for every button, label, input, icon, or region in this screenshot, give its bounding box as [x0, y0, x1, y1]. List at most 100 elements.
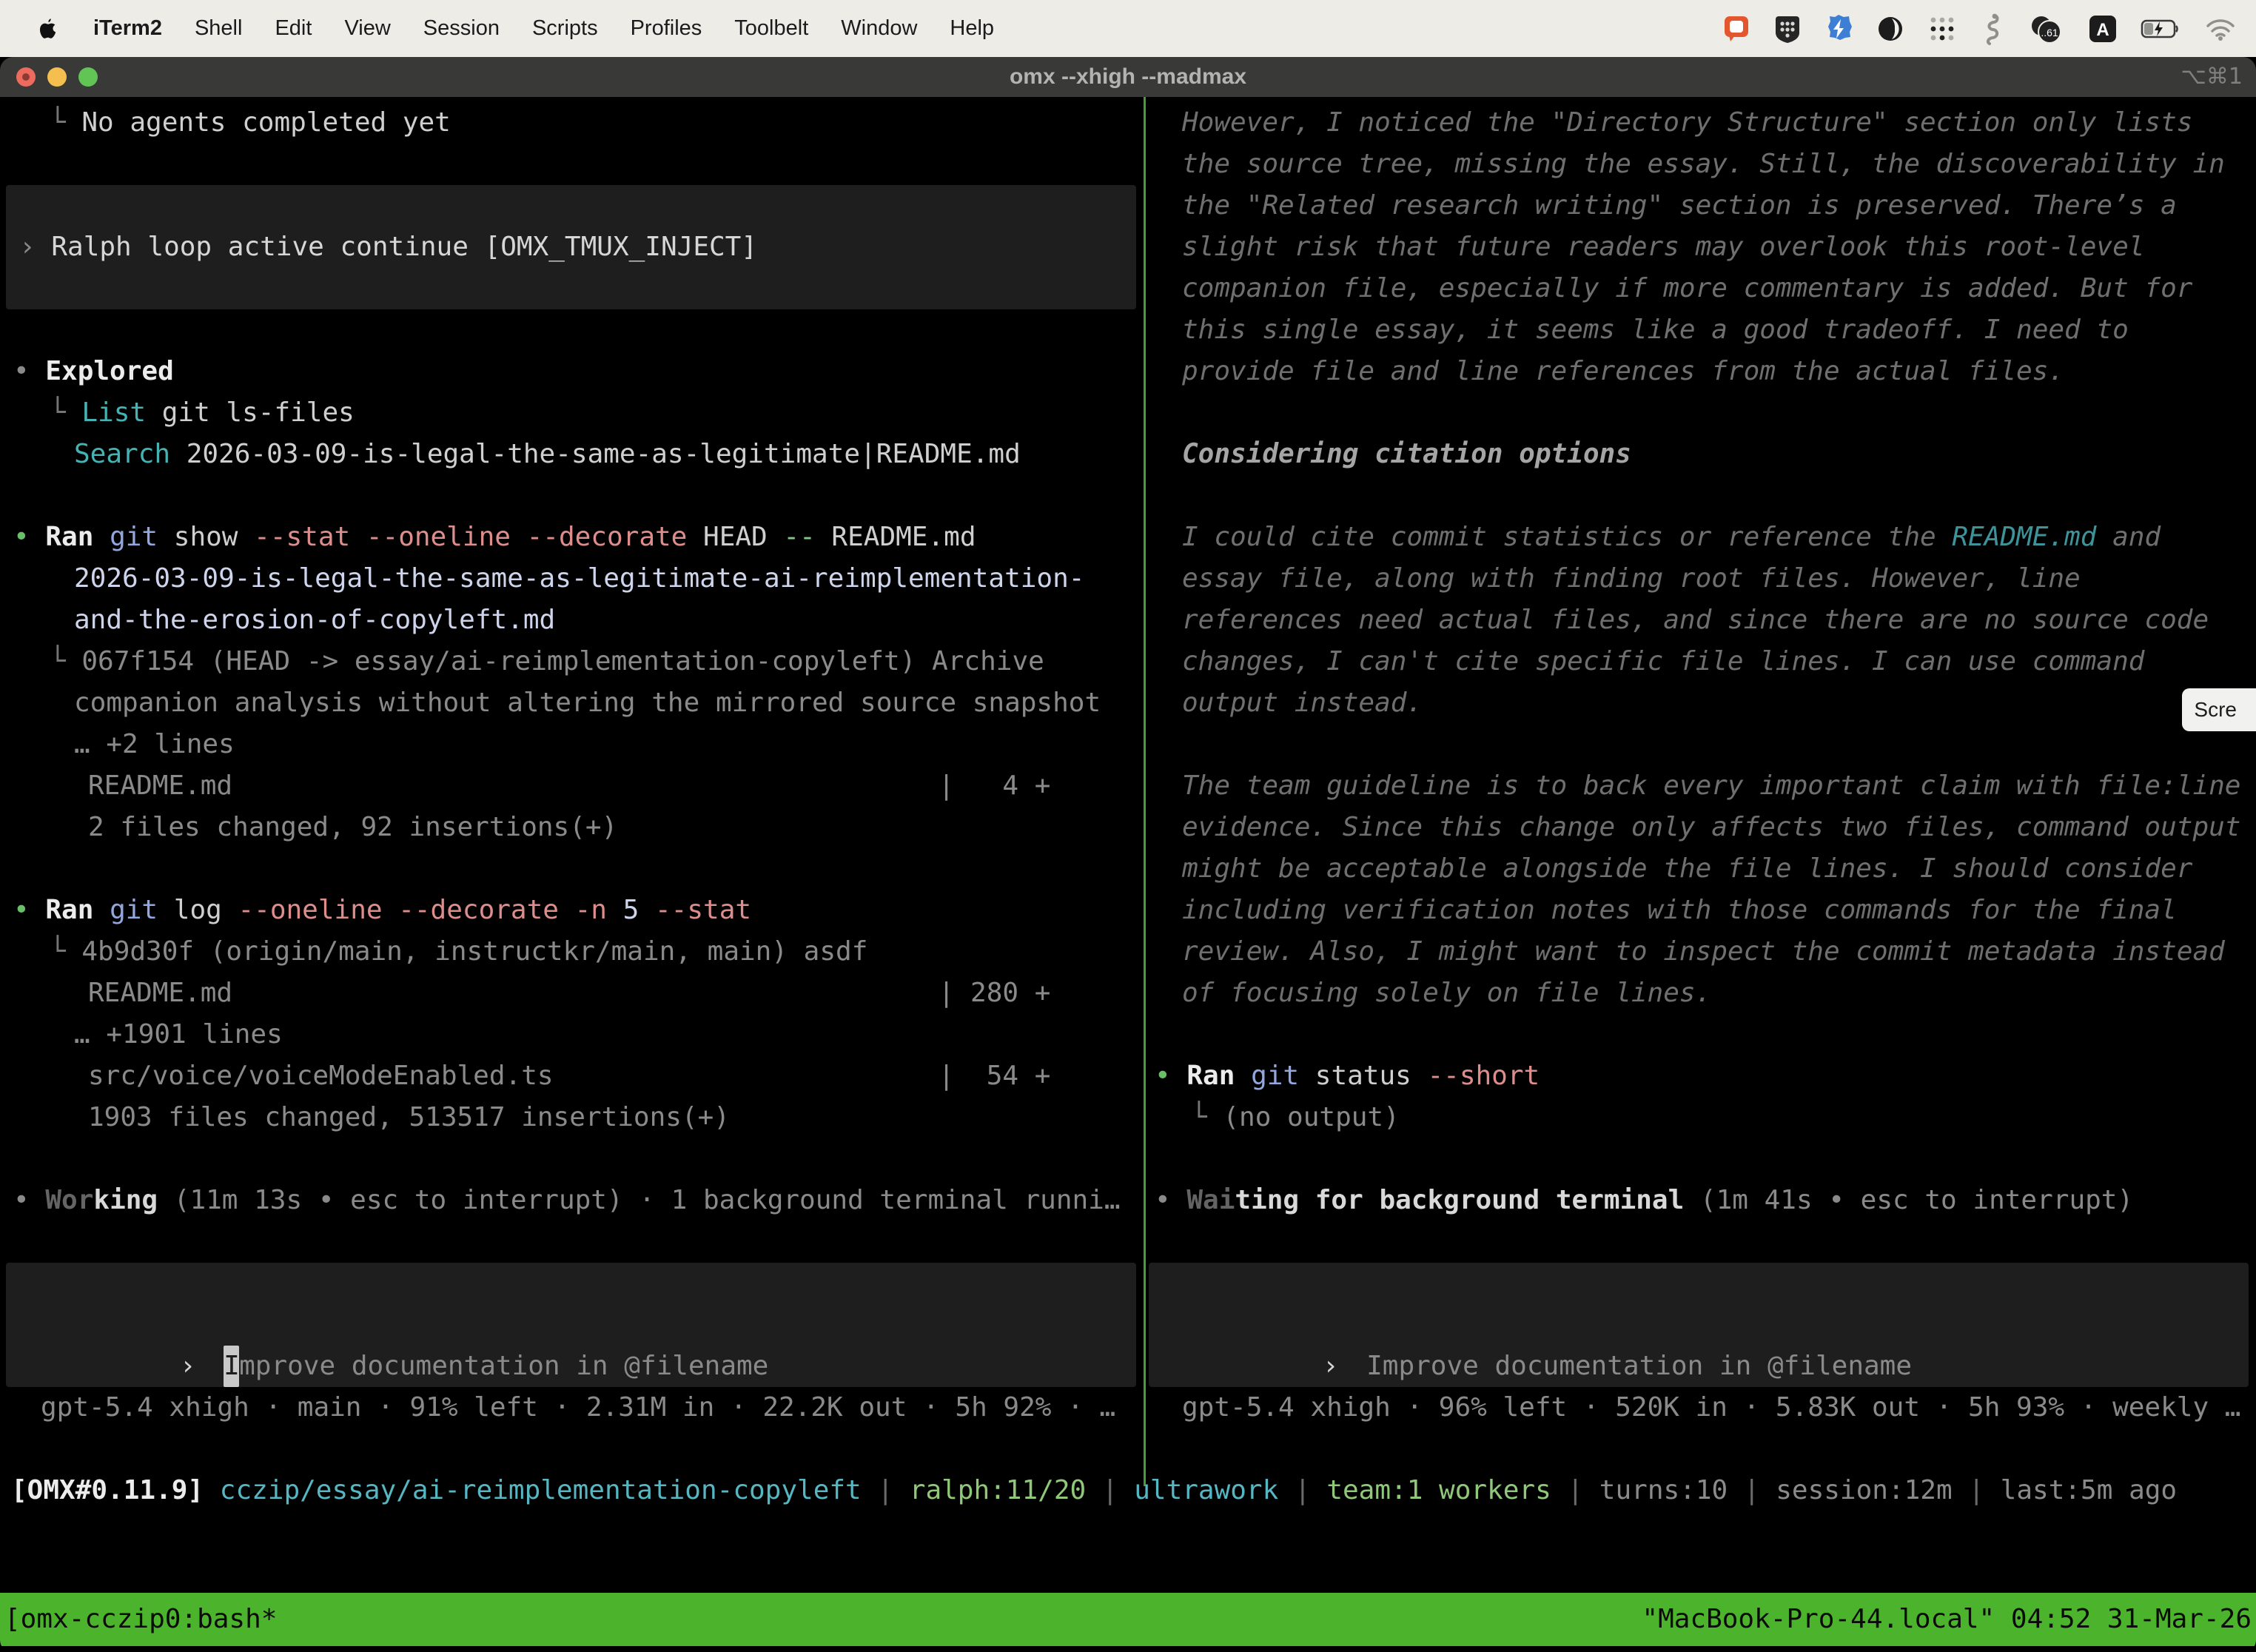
text-segment: └: [1191, 1102, 1223, 1132]
terminal-line: • Ran git log --oneline --decorate -n 5 …: [0, 890, 1144, 931]
battery-icon[interactable]: [2141, 12, 2182, 46]
menu-item-view[interactable]: View: [344, 16, 390, 41]
dragon-icon[interactable]: [1979, 12, 2004, 46]
text-segment: ultrawork: [1134, 1475, 1278, 1505]
text-segment: --stat --oneline --decorate: [238, 522, 687, 552]
text-segment: Ralph loop active continue [OMX_TMUX_INJ…: [51, 232, 757, 262]
terminal-line: README.md | 280 +: [0, 973, 1144, 1014]
text-segment: ›: [19, 232, 51, 262]
text-segment: •: [13, 1185, 45, 1215]
menu-item-help[interactable]: Help: [950, 16, 994, 41]
text-segment: git ls-files: [146, 397, 355, 428]
text-segment: ralph:11/20: [910, 1475, 1086, 1505]
terminal-line: The team guideline is to back every impo…: [1141, 765, 2256, 807]
menu-item-shell[interactable]: Shell: [195, 16, 243, 41]
text-segment: output instead.: [1182, 688, 1423, 718]
terminal-line: └ No agents completed yet: [0, 102, 1144, 144]
left-pane-footer: › Improve documentation in @filename gpt…: [0, 1263, 1144, 1428]
text-segment: README.md: [816, 522, 976, 552]
prompt-chevron: ›: [180, 1351, 212, 1381]
text-segment: companion analysis without altering the …: [74, 688, 1101, 718]
terminal-line: companion analysis without altering the …: [0, 682, 1144, 724]
text-segment: └: [50, 646, 81, 676]
terminal-line: Considering citation options: [1141, 434, 2256, 475]
terminal-line: evidence. Since this change only affects…: [1141, 807, 2256, 848]
menu-item-profiles[interactable]: Profiles: [631, 16, 702, 41]
terminal-line: of focusing solely on file lines.: [1141, 973, 2256, 1014]
text-segment: |: [862, 1475, 910, 1505]
terminal-line: essay file, along with finding root file…: [1141, 558, 2256, 600]
terminal-blank-line: [0, 144, 1144, 185]
text-segment: |: [1728, 1475, 1776, 1505]
terminal-line: However, I noticed the "Directory Struct…: [1141, 102, 2256, 144]
text-segment: (11m 13s • esc to interrupt) · 1 backgro…: [158, 1185, 1120, 1215]
text-segment: |: [1278, 1475, 1326, 1505]
terminal-blank-line: [0, 309, 1144, 351]
text-segment: •: [1155, 1061, 1186, 1091]
passwords-icon[interactable]: [1773, 12, 1802, 46]
text-segment: 4b9d30f (origin/main, instructkr/main, m…: [81, 936, 867, 967]
menu-item-iterm2[interactable]: iTerm2: [93, 16, 162, 41]
text-segment: List: [81, 397, 146, 428]
text-segment: might be acceptable alongside the file l…: [1182, 853, 2192, 884]
count-badge-icon[interactable]: ..61: [2027, 12, 2065, 46]
title-bar[interactable]: omx --xhigh --madmax ⌥⌘1: [0, 57, 2256, 97]
text-segment: essay file, along with finding root file…: [1182, 563, 2081, 594]
menu-item-edit[interactable]: Edit: [275, 16, 312, 41]
text-segment: and-the-erosion-of-copyleft.md: [74, 605, 555, 635]
terminal-line: Search 2026-03-09-is-legal-the-same-as-l…: [0, 434, 1144, 475]
text-segment: Ran: [45, 522, 93, 552]
text-segment: team:1 workers: [1326, 1475, 1551, 1505]
terminal-line: the source tree, missing the essay. Stil…: [1141, 144, 2256, 185]
terminal-line: • Working (11m 13s • esc to interrupt) ·…: [0, 1180, 1144, 1221]
text-segment: (1m 41s • esc to interrupt): [1684, 1185, 2133, 1215]
text-segment: Wai: [1186, 1185, 1235, 1215]
text-segment: … +1901 lines: [74, 1019, 283, 1050]
text-segment: README.md | 4 +: [88, 770, 1050, 801]
text-segment: 2026-03-09-is-legal-the-same-as-legitima…: [74, 563, 1084, 594]
text-segment: └: [50, 107, 81, 138]
menu-bar: iTerm2 Shell Edit View Session Scripts P…: [0, 0, 2256, 57]
terminal-line: └ (no output): [1141, 1097, 2256, 1138]
text-segment: Search: [74, 439, 170, 469]
prompt-chevron: ›: [1323, 1351, 1354, 1381]
crescent-circle-icon[interactable]: [1876, 12, 1905, 46]
menu-item-scripts[interactable]: Scripts: [532, 16, 598, 41]
terminal-blank-line: [1141, 1221, 2256, 1263]
window-title: omx --xhigh --madmax: [0, 57, 2256, 97]
text-segment: git: [1235, 1061, 1299, 1091]
wifi-icon[interactable]: [2204, 12, 2237, 46]
text-segment: and: [2096, 522, 2161, 552]
menu-item-session[interactable]: Session: [423, 16, 500, 41]
tmux-host-clock: "MacBook-Pro-44.local" 04:52 31-Mar-26: [1642, 1593, 2252, 1646]
screen-recording-icon[interactable]: [1722, 12, 1751, 46]
right-prompt-box[interactable]: › Improve documentation in @filename: [1149, 1263, 2249, 1387]
menu-item-window[interactable]: Window: [841, 16, 917, 41]
text-segment: However, I noticed the "Directory Struct…: [1182, 107, 2192, 138]
apple-menu[interactable]: [38, 16, 61, 41]
text-segment: README.md | 280 +: [88, 978, 1050, 1008]
text-segment: Explored: [45, 356, 173, 386]
screen-share-tooltip[interactable]: Scre: [2182, 688, 2256, 731]
text-cursor: I: [224, 1346, 239, 1387]
text-segment: •: [13, 895, 45, 925]
menu-items: iTerm2 Shell Edit View Session Scripts P…: [0, 16, 994, 41]
terminal-line: companion file, especially if more comme…: [1141, 268, 2256, 309]
text-segment: evidence. Since this change only affects…: [1182, 812, 2240, 842]
text-segment: (no output): [1223, 1102, 1399, 1132]
left-prompt-box[interactable]: › Improve documentation in @filename: [6, 1263, 1136, 1387]
input-source-icon[interactable]: A: [2087, 12, 2118, 46]
text-segment: --stat: [639, 895, 751, 925]
terminal-line: … +2 lines: [0, 724, 1144, 765]
text-segment: •: [13, 356, 45, 386]
text-segment: last:5m ago: [2001, 1475, 2177, 1505]
text-segment: git: [93, 522, 158, 552]
flow-badge-icon[interactable]: [1824, 12, 1853, 46]
text-segment: 2026-03-09-is-legal-the-same-as-legitima…: [170, 439, 1021, 469]
text-segment: log: [158, 895, 222, 925]
terminal-line: slight risk that future readers may over…: [1141, 226, 2256, 268]
apps-grid-icon[interactable]: [1927, 12, 1957, 46]
text-segment: •: [13, 522, 45, 552]
text-segment: references need actual files, and since …: [1182, 605, 2209, 635]
menu-item-toolbelt[interactable]: Toolbelt: [734, 16, 808, 41]
